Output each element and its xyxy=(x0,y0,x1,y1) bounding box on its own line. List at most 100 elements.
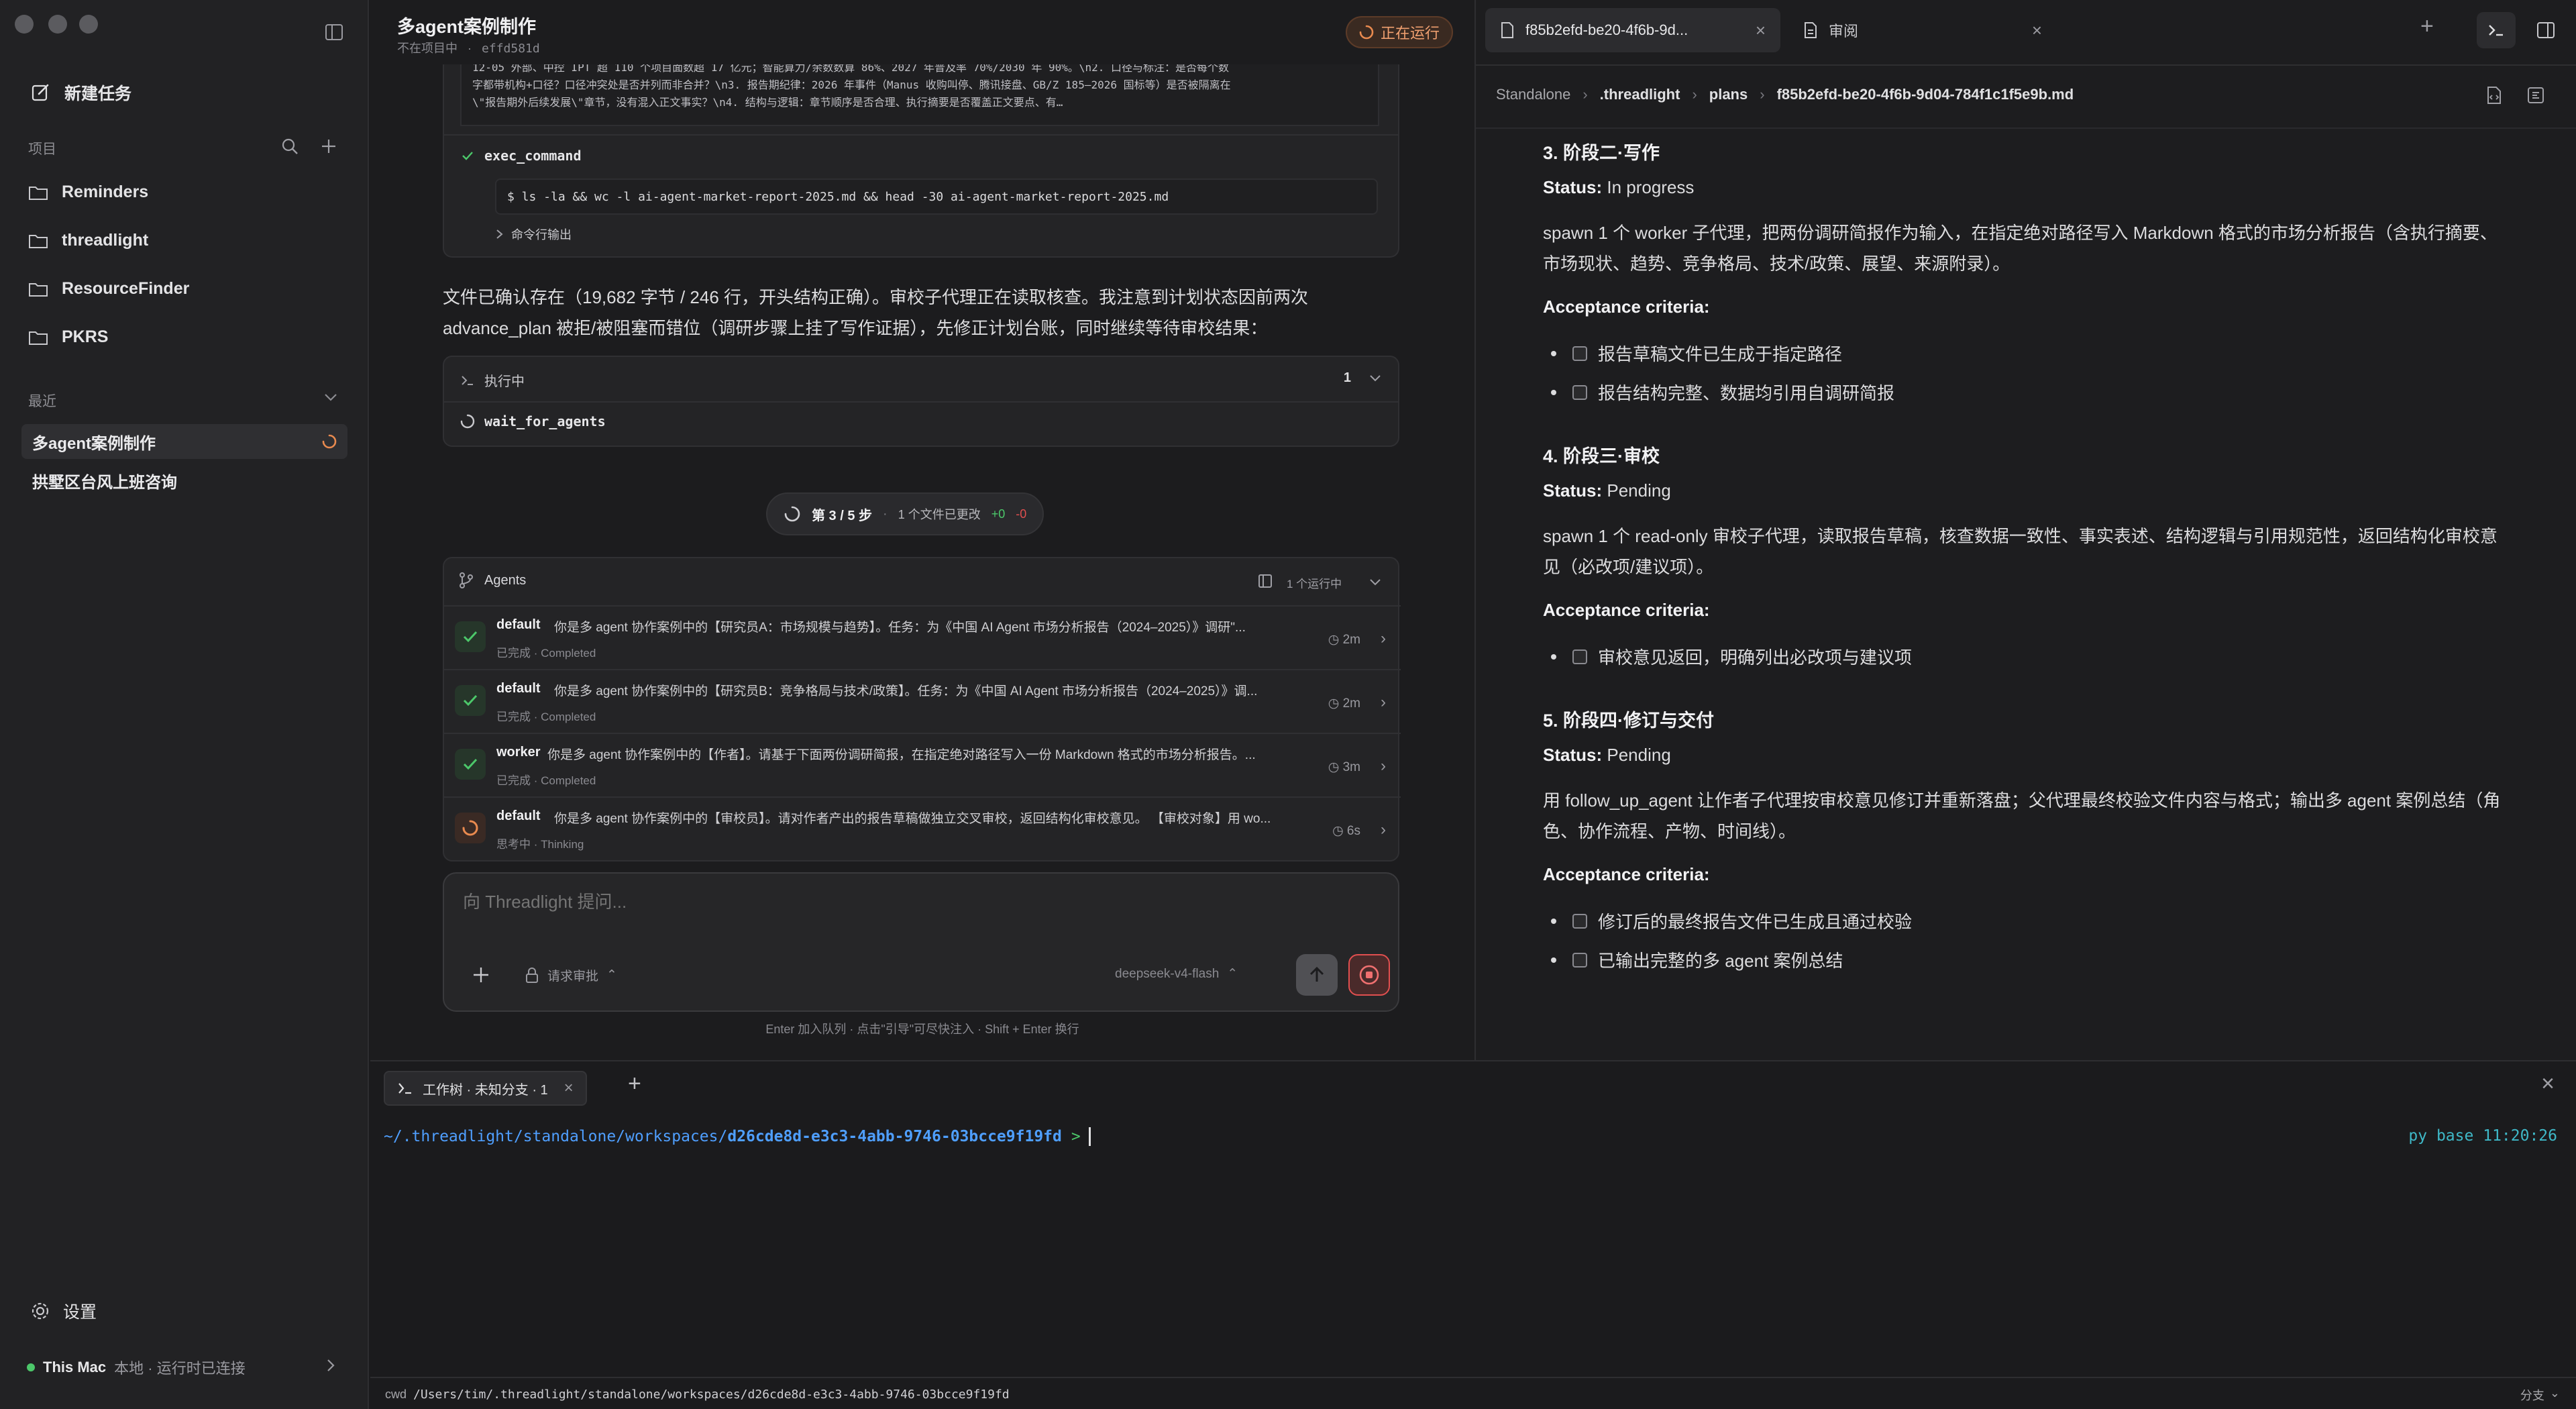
send-button[interactable] xyxy=(1296,954,1338,996)
exec-command-header[interactable]: exec_command xyxy=(460,148,582,164)
machine-name: This Mac xyxy=(43,1359,107,1375)
gear-icon xyxy=(32,1302,49,1320)
add-project-icon[interactable] xyxy=(319,137,338,156)
prompt-symbol: > xyxy=(1071,1128,1081,1145)
approval-selector[interactable]: 请求审批 ⌃ xyxy=(525,966,617,984)
time-label: 11:20:26 xyxy=(2483,1127,2557,1145)
chevron-right-icon xyxy=(496,229,503,239)
machine-status[interactable]: This Mac 本地 · 运行时已连接 xyxy=(27,1357,246,1378)
checkbox[interactable] xyxy=(1572,384,1587,400)
agent-name: default xyxy=(496,617,541,632)
project-label: ResourceFinder xyxy=(62,279,190,298)
recent-item-label: 拱墅区台风上班咨询 xyxy=(32,473,177,492)
agent-time: ◷ 2m xyxy=(1328,696,1360,711)
agent-status: 已完成 · Completed xyxy=(496,774,596,787)
agent-row[interactable]: default 你是多 agent 协作案例中的【研究员B：竞争格局与技术/政策… xyxy=(444,669,1401,733)
agents-header[interactable]: Agents xyxy=(458,572,526,589)
executing-card: 执行中 1 wait_for_agents xyxy=(443,356,1399,447)
step-progress-pill[interactable]: 第 3 / 5 步 · 1 个文件已更改 +0 -0 xyxy=(766,492,1044,535)
section-paragraph: spawn 1 个 read-only 审校子代理，读取报告草稿，核查数据一致性… xyxy=(1543,526,2498,577)
project-status: 不在项目中 xyxy=(397,42,458,55)
lock-icon xyxy=(526,967,538,983)
project-resourcefinder[interactable]: ResourceFinder xyxy=(28,279,189,299)
recent-item[interactable]: 拱墅区台风上班咨询 xyxy=(21,463,347,498)
tab-review[interactable]: 审阅 × xyxy=(1788,8,2057,52)
breadcrumb-item[interactable]: .threadlight xyxy=(1600,86,1680,103)
agent-description: 你是多 agent 协作案例中的【研究员B：竞争格局与技术/政策】。任务：为《中… xyxy=(554,684,1258,698)
layout-icon[interactable] xyxy=(2526,86,2545,105)
new-tab-icon[interactable]: + xyxy=(2420,13,2434,40)
checkbox[interactable] xyxy=(1572,913,1587,929)
output-toggle[interactable]: 命令行输出 xyxy=(495,225,572,243)
close-tab-icon[interactable]: × xyxy=(2032,20,2042,41)
loading-spinner-icon xyxy=(322,434,337,449)
agent-row[interactable]: worker 你是多 agent 协作案例中的【作者】。请基于下面两份调研简报，… xyxy=(444,733,1401,796)
breadcrumb-item[interactable]: f85b2efd-be20-4f6b-9d04-784f1c1f5e9b.md xyxy=(1777,86,2074,103)
env-label: py base xyxy=(2408,1127,2474,1145)
zoom-window-button[interactable] xyxy=(79,15,98,34)
stop-icon xyxy=(1359,965,1379,985)
close-tab-icon[interactable]: × xyxy=(564,1079,574,1098)
chevron-right-icon[interactable] xyxy=(325,1358,337,1373)
chevron-down-icon[interactable] xyxy=(323,392,338,403)
tab-label: 审阅 xyxy=(1829,23,1859,40)
exec-label: exec_command xyxy=(484,148,582,164)
cwd-path: /Users/tim/.threadlight/standalone/works… xyxy=(413,1387,1010,1402)
chevron-down-icon[interactable] xyxy=(1368,577,1382,588)
recent-item-active[interactable]: 多agent案例制作 xyxy=(21,424,347,459)
split-view-button[interactable] xyxy=(2526,12,2565,48)
project-reminders[interactable]: Reminders xyxy=(28,182,148,202)
project-label: PKRS xyxy=(62,327,109,346)
output-toggle-label: 命令行输出 xyxy=(511,228,572,242)
folder-icon xyxy=(29,186,48,200)
close-window-button[interactable] xyxy=(15,15,34,34)
terminal-prompt-line[interactable]: ~/.threadlight/standalone/workspaces/d26… xyxy=(384,1127,1091,1146)
panel-icon[interactable] xyxy=(1257,573,1273,589)
recent-item-label: 多agent案例制作 xyxy=(32,434,156,453)
close-tab-icon[interactable]: × xyxy=(1756,20,1766,41)
breadcrumb-item[interactable]: plans xyxy=(1709,86,1748,103)
settings-button[interactable]: 设置 xyxy=(31,1299,97,1323)
branch-selector[interactable]: 分支 ⌄ xyxy=(2520,1386,2560,1404)
close-terminal-icon[interactable]: × xyxy=(2541,1071,2555,1097)
folder-icon xyxy=(29,331,48,345)
terminal-toggle-button[interactable] xyxy=(2477,12,2516,48)
chevron-down-icon[interactable] xyxy=(1368,373,1382,384)
check-icon xyxy=(462,152,473,160)
terminal-tab[interactable]: 工作树 · 未知分支 · 1 × xyxy=(384,1071,587,1106)
executing-label: 执行中 xyxy=(484,374,525,389)
executing-header[interactable]: 执行中 xyxy=(460,370,525,390)
message-line: advance_plan 被拒/被阻塞而错位（调研步骤上挂了写作证据），先修正计… xyxy=(443,318,1268,338)
minimize-window-button[interactable] xyxy=(48,15,67,34)
chevron-right-icon: › xyxy=(1381,821,1386,839)
running-label: 正在运行 xyxy=(1381,25,1440,42)
tab-plan-file[interactable]: f85b2efd-be20-4f6b-9d... × xyxy=(1485,8,1780,52)
agent-row[interactable]: default 你是多 agent 协作案例中的【审校员】。请对作者产出的报告草… xyxy=(444,796,1401,860)
checkbox[interactable] xyxy=(1572,649,1587,664)
add-attachment-icon[interactable] xyxy=(471,965,491,985)
file-code-icon[interactable] xyxy=(2486,86,2502,105)
new-terminal-icon[interactable]: + xyxy=(628,1071,641,1097)
criteria-item: 审校意见返回，明确列出必改项与建议项 xyxy=(1551,644,1912,669)
criteria-item: 报告结构完整、数据均引用自调研简报 xyxy=(1551,380,1894,405)
chevron-right-icon: › xyxy=(1692,86,1697,103)
toggle-sidebar-icon[interactable] xyxy=(325,23,343,42)
section-heading: 5. 阶段四·修订与交付 xyxy=(1543,711,1715,731)
model-selector[interactable]: deepseek-v4-flash ⌃ xyxy=(1115,966,1238,982)
project-threadlight[interactable]: threadlight xyxy=(28,231,148,250)
project-label: threadlight xyxy=(62,231,149,250)
checkbox[interactable] xyxy=(1572,952,1587,968)
breadcrumb-item[interactable]: Standalone xyxy=(1496,86,1570,103)
agent-row[interactable]: default 你是多 agent 协作案例中的【研究员A：市场规模与趋势】。任… xyxy=(444,605,1401,669)
terminal-icon xyxy=(2489,25,2503,36)
agent-name: default xyxy=(496,808,541,823)
new-task-button[interactable]: 新建任务 xyxy=(31,81,131,105)
stop-button[interactable] xyxy=(1348,954,1390,996)
project-pkrs[interactable]: PKRS xyxy=(28,327,108,347)
checkbox[interactable] xyxy=(1572,346,1587,361)
step-label: 第 3 / 5 步 xyxy=(812,508,873,523)
chevron-down-icon: ⌄ xyxy=(2549,1386,2560,1400)
check-icon xyxy=(463,694,478,707)
prompt-input[interactable] xyxy=(463,888,1375,915)
search-icon[interactable] xyxy=(280,137,299,156)
